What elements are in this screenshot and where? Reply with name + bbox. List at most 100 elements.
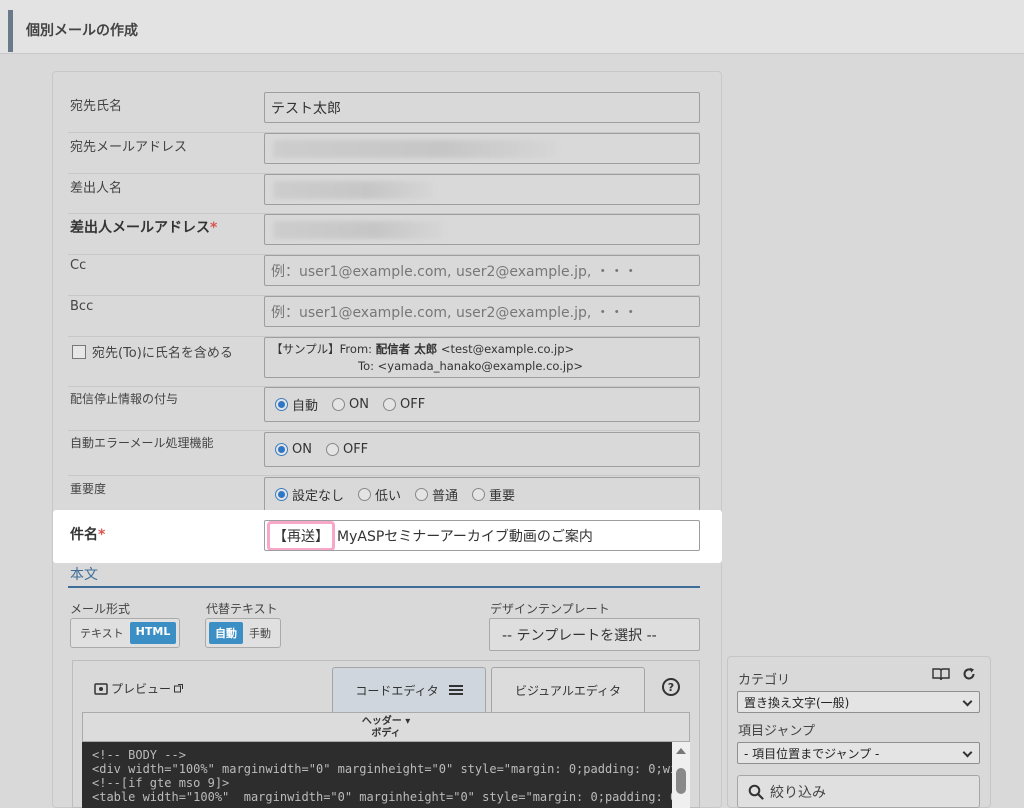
radio-selected-icon[interactable] xyxy=(275,443,288,456)
jump-label: 項目ジャンプ xyxy=(738,724,815,739)
option-label: 重要 xyxy=(489,489,516,504)
alt-text-auto-button[interactable]: 自動 xyxy=(209,622,243,644)
code-editor-tab[interactable]: コードエディタ xyxy=(332,667,486,712)
radio-selected-icon[interactable] xyxy=(275,488,288,501)
sender-name-label: 差出人名 xyxy=(70,181,123,196)
auto-error-option-off[interactable]: OFF xyxy=(325,442,369,457)
subject-input[interactable]: 【再送】 MyASPセミナーアーカイブ動画のご案内 xyxy=(264,520,700,551)
unsubscribe-label: 配信停止情報の付与 xyxy=(70,392,179,406)
sample-to-addr: <yamada_hanako@example.co.jp> xyxy=(377,359,584,373)
radio-icon[interactable] xyxy=(382,398,396,411)
search-placeholder: 絞り込み xyxy=(770,784,826,801)
required-mark: * xyxy=(98,527,106,543)
body-section-title: 本文 xyxy=(70,567,98,583)
code-line: <!-- BODY --> xyxy=(92,748,186,762)
subject-value: MyASPセミナーアーカイブ動画のご案内 xyxy=(337,528,593,545)
preview-link[interactable]: プレビュー xyxy=(94,680,184,697)
sender-email-input[interactable] xyxy=(264,214,700,245)
radio-icon[interactable] xyxy=(332,398,346,411)
option-label: 低い xyxy=(375,489,402,504)
include-name-checkbox[interactable] xyxy=(72,344,86,359)
option-label: ON xyxy=(292,442,312,457)
unsubscribe-radio-group: 自動 ON OFF xyxy=(264,387,700,422)
unsubscribe-option-auto[interactable]: 自動 xyxy=(275,395,318,414)
category-label: カテゴリ xyxy=(738,673,791,688)
header-accent-bar xyxy=(8,10,13,52)
page-title: 個別メールの作成 xyxy=(26,23,138,39)
required-mark: * xyxy=(210,220,218,236)
jump-select[interactable]: - 項目位置までジャンプ - xyxy=(737,742,980,764)
alt-text-label: 代替テキスト xyxy=(206,602,278,616)
sender-email-label: 差出人メールアドレス* xyxy=(70,217,217,237)
priority-label: 重要度 xyxy=(70,482,107,496)
visual-editor-tab[interactable]: ビジュアルエディタ xyxy=(491,667,645,712)
priority-option-normal[interactable]: 普通 xyxy=(415,485,458,504)
recipient-email-label: 宛先メールアドレス xyxy=(70,140,188,155)
mail-format-text-button[interactable]: テキスト xyxy=(74,622,130,644)
sample-to-label: To: xyxy=(358,359,378,373)
code-editor-area[interactable]: <!-- BODY --> <div width="100%" marginwid… xyxy=(82,742,690,808)
auto-error-label: 自動エラーメール処理機能 xyxy=(70,436,214,450)
priority-radio-group: 設定なし 低い 普通 重要 xyxy=(264,477,700,512)
alt-text-toggle: 自動 手動 xyxy=(205,618,281,648)
mail-format-label: メール形式 xyxy=(70,602,131,616)
header-toggle[interactable]: ヘッダー ▾ xyxy=(83,716,689,728)
menu-icon[interactable] xyxy=(448,685,463,695)
include-name-option[interactable]: 宛先(To)に氏名を含める xyxy=(72,342,233,361)
option-label: OFF xyxy=(342,442,369,457)
recipient-name-label: 宛先氏名 xyxy=(70,99,123,114)
design-template-select[interactable]: -- テンプレートを選択 -- xyxy=(489,618,700,651)
code-section-header: ヘッダー ▾ ボディ xyxy=(82,712,690,742)
row-divider xyxy=(68,430,700,431)
page-header: 個別メールの作成 xyxy=(0,0,1024,54)
sample-address-box: 【サンプル】From: 配信者 太郎 <test@example.co.jp> … xyxy=(264,337,700,378)
cc-label: Cc xyxy=(70,258,87,273)
preview-label: プレビュー xyxy=(111,682,172,696)
sender-name-input[interactable] xyxy=(264,174,700,205)
code-line: <div width="100%" marginwidth="0" margin… xyxy=(92,762,690,776)
radio-icon[interactable] xyxy=(358,488,372,501)
code-scrollbar[interactable] xyxy=(672,742,690,808)
sample-prefix: 【サンプル】From: xyxy=(271,342,376,356)
mail-format-toggle: テキスト HTML xyxy=(70,618,181,648)
include-name-label: 宛先(To)に氏名を含める xyxy=(92,346,233,361)
option-label: 普通 xyxy=(432,489,459,504)
filter-search-input[interactable]: 絞り込み xyxy=(737,775,980,808)
alt-text-manual-button[interactable]: 手動 xyxy=(243,622,277,644)
subject-label-text: 件名 xyxy=(70,527,98,543)
priority-option-none[interactable]: 設定なし xyxy=(275,485,344,504)
resend-tag: 【再送】 xyxy=(267,521,335,550)
recipient-name-input[interactable]: テスト太郎 xyxy=(264,92,700,123)
unsubscribe-option-off[interactable]: OFF xyxy=(382,397,426,412)
radio-icon[interactable] xyxy=(472,488,486,501)
category-select[interactable]: 置き換え文字(一般) xyxy=(737,691,980,713)
recipient-email-input[interactable] xyxy=(264,133,700,164)
category-select-value: 置き換え文字(一般) xyxy=(744,695,850,710)
search-icon xyxy=(748,784,764,800)
scroll-up-icon[interactable] xyxy=(676,748,686,754)
refresh-icon[interactable] xyxy=(962,667,976,681)
auto-error-option-on[interactable]: ON xyxy=(275,442,312,457)
priority-option-high[interactable]: 重要 xyxy=(472,485,515,504)
help-icon[interactable]: ? xyxy=(662,678,680,696)
radio-icon[interactable] xyxy=(415,488,429,501)
bcc-input[interactable]: 例：user1@example.com, user2@example.jp, ・… xyxy=(264,296,700,327)
option-label: 設定なし xyxy=(292,489,345,504)
mail-format-html-button[interactable]: HTML xyxy=(129,622,177,644)
sender-email-label-text: 差出人メールアドレス xyxy=(70,220,210,236)
option-label: OFF xyxy=(399,397,426,412)
sample-from-addr: <test@example.co.jp> xyxy=(437,342,575,356)
cc-input[interactable]: 例：user1@example.com, user2@example.jp, ・… xyxy=(264,255,700,286)
external-link-icon xyxy=(174,684,184,693)
sample-to-line: To: <yamada_hanako@example.co.jp> xyxy=(271,358,693,375)
unsubscribe-option-on[interactable]: ON xyxy=(332,397,369,412)
radio-icon[interactable] xyxy=(325,443,339,456)
option-label: 自動 xyxy=(292,399,319,414)
priority-option-low[interactable]: 低い xyxy=(358,485,401,504)
body-section-divider xyxy=(68,586,700,588)
scroll-thumb[interactable] xyxy=(676,768,686,794)
radio-selected-icon[interactable] xyxy=(275,398,288,411)
book-icon[interactable] xyxy=(932,667,950,681)
body-toggle[interactable]: ボディ xyxy=(83,728,689,740)
design-template-label: デザインテンプレート xyxy=(490,602,610,616)
